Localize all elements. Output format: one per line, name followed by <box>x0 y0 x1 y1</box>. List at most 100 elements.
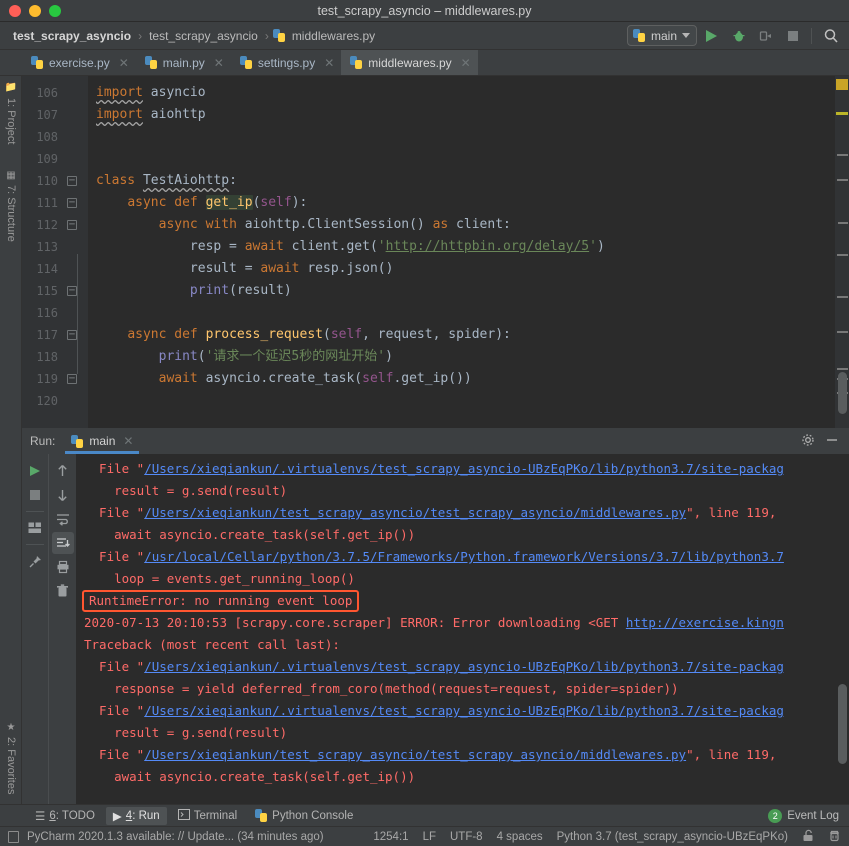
close-tab-icon[interactable]: ✕ <box>324 56 334 70</box>
sidebar-item-structure[interactable]: ▦ 7: Structure <box>0 166 22 246</box>
stop-button[interactable] <box>780 24 805 48</box>
stop-process-button[interactable] <box>24 484 46 506</box>
editor-tab-main[interactable]: main.py ✕ <box>136 50 231 75</box>
inspection-icon[interactable] <box>828 829 841 845</box>
file-path-link[interactable]: /Users/xieqiankun/test_scrapy_asyncio/te… <box>144 747 686 762</box>
status-message[interactable]: PyCharm 2020.1.3 available: // Update...… <box>27 831 324 843</box>
console-line: result = g.send(result) <box>76 480 849 502</box>
run-icon: ▶ <box>113 809 122 823</box>
run-button[interactable] <box>699 24 724 48</box>
editor-tab-middlewares[interactable]: middlewares.py ✕ <box>341 50 477 75</box>
change-marker[interactable] <box>837 179 848 181</box>
console-line: await asyncio.create_task(self.get_ip()) <box>76 524 849 546</box>
change-marker[interactable] <box>837 154 848 156</box>
inspection-summary-marker[interactable] <box>836 79 848 90</box>
console-line: await asyncio.create_task(self.get_ip()) <box>76 766 849 788</box>
search-everywhere-button[interactable] <box>818 24 843 48</box>
sidebar-item-project[interactable]: 📁 1: Project <box>0 78 22 149</box>
run-window-body: File "/Users/xieqiankun/.virtualenvs/tes… <box>22 454 849 804</box>
breadcrumb-item-project[interactable]: test_scrapy_asyncio <box>10 28 134 44</box>
debug-button[interactable] <box>726 24 751 48</box>
print-icon <box>56 560 70 574</box>
minimize-window-button[interactable] <box>29 5 41 17</box>
file-path-link[interactable]: /Users/xieqiankun/.virtualenvs/test_scra… <box>144 659 784 674</box>
traffic-lights <box>0 5 61 17</box>
run-with-coverage-button[interactable] <box>753 24 778 48</box>
fold-collapse-icon[interactable]: ─ <box>67 220 77 230</box>
tool-window-run[interactable]: ▶ 4: Run <box>106 807 167 825</box>
fold-collapse-icon[interactable]: ─ <box>67 176 77 186</box>
fold-end-icon[interactable]: ─ <box>67 286 77 296</box>
pin-button[interactable] <box>24 550 46 572</box>
fold-collapse-icon[interactable]: ─ <box>67 198 77 208</box>
run-configuration-label: main <box>651 29 677 43</box>
gutter-line: 109 <box>22 148 88 170</box>
fold-end-icon[interactable]: ─ <box>67 374 77 384</box>
minimize-icon[interactable] <box>825 433 839 450</box>
editor-tab-settings[interactable]: settings.py ✕ <box>231 50 341 75</box>
breadcrumb-item-module[interactable]: test_scrapy_asyncio <box>146 28 261 44</box>
gutter-line: 116 <box>22 302 88 324</box>
console-line: File "/Users/xieqiankun/.virtualenvs/tes… <box>76 458 849 480</box>
editor-gutter[interactable]: 106 107 108 109 110─ 111─ 112─ 113 114 1… <box>22 76 88 428</box>
line-separator[interactable]: LF <box>423 831 436 843</box>
file-path-link[interactable]: /Users/xieqiankun/.virtualenvs/test_scra… <box>144 461 784 476</box>
breadcrumb-item-file[interactable]: middlewares.py <box>289 28 378 44</box>
editor-tab-exercise[interactable]: exercise.py ✕ <box>22 50 136 75</box>
console-scrollbar-thumb[interactable] <box>838 684 847 764</box>
file-path-link[interactable]: /usr/local/Cellar/python/3.7.5/Framework… <box>144 549 784 564</box>
rerun-icon <box>30 466 40 476</box>
maximize-window-button[interactable] <box>49 5 61 17</box>
file-encoding[interactable]: UTF-8 <box>450 831 483 843</box>
memory-indicator-icon[interactable] <box>8 831 19 843</box>
close-window-button[interactable] <box>9 5 21 17</box>
stop-icon <box>30 490 40 500</box>
editor-scrollbar-thumb[interactable] <box>838 372 847 414</box>
fold-collapse-icon[interactable]: ─ <box>67 330 77 340</box>
close-tab-icon[interactable]: ✕ <box>123 434 133 448</box>
editor-marker-bar[interactable] <box>835 76 849 428</box>
gear-icon[interactable] <box>801 433 815 450</box>
run-configuration-selector[interactable]: main <box>627 25 697 46</box>
tool-window-python-console[interactable]: Python Console <box>248 807 360 824</box>
change-marker[interactable] <box>837 254 848 256</box>
indent-setting[interactable]: 4 spaces <box>497 831 543 843</box>
caret-position[interactable]: 1254:1 <box>373 831 408 843</box>
file-path-link[interactable]: /Users/xieqiankun/.virtualenvs/test_scra… <box>144 703 784 718</box>
console-line: File "/Users/xieqiankun/.virtualenvs/tes… <box>76 656 849 678</box>
close-tab-icon[interactable]: ✕ <box>461 56 471 70</box>
tool-window-todo[interactable]: ☰ 6: TODO <box>28 807 102 825</box>
rerun-button[interactable] <box>24 460 46 482</box>
down-arrow-button[interactable] <box>52 484 74 506</box>
up-arrow-button[interactable] <box>52 460 74 482</box>
code-line-112: async with aiohttp.ClientSession() as cl… <box>88 214 835 236</box>
close-tab-icon[interactable]: ✕ <box>214 56 224 70</box>
change-marker[interactable] <box>837 331 848 333</box>
python-interpreter[interactable]: Python 3.7 (test_scrapy_asyncio-UBzEqPKo… <box>557 831 788 843</box>
scroll-to-end-button[interactable] <box>52 532 74 554</box>
code-area[interactable]: import asyncio import aiohttp class Test… <box>88 76 835 428</box>
file-path-link[interactable]: /Users/xieqiankun/test_scrapy_asyncio/te… <box>144 505 686 520</box>
change-marker[interactable] <box>837 368 848 370</box>
change-marker[interactable] <box>838 222 848 224</box>
unlocked-icon[interactable] <box>802 829 814 845</box>
code-editor[interactable]: 106 107 108 109 110─ 111─ 112─ 113 114 1… <box>22 76 849 428</box>
left-tool-strip: 📁 1: Project ▦ 7: Structure ★ 2: Favorit… <box>0 76 22 804</box>
tool-window-label: Python Console <box>272 810 353 822</box>
tool-window-terminal[interactable]: Terminal <box>171 807 244 825</box>
bottom-tool-window-bar: ☰ 6: TODO ▶ 4: Run Terminal Python Conso… <box>0 804 849 826</box>
event-log-area[interactable]: 2 Event Log <box>768 809 849 823</box>
soft-wrap-button[interactable] <box>52 508 74 530</box>
layout-button[interactable] <box>24 517 46 539</box>
change-marker[interactable] <box>837 296 848 298</box>
gutter-line: 106 <box>22 82 88 104</box>
sidebar-item-favorites[interactable]: ★ 2: Favorites <box>0 718 22 798</box>
console-output[interactable]: File "/Users/xieqiankun/.virtualenvs/tes… <box>76 454 849 804</box>
close-tab-icon[interactable]: ✕ <box>119 56 129 70</box>
url-link[interactable]: http://exercise.kingn <box>626 615 784 630</box>
clear-all-button[interactable] <box>52 580 74 602</box>
run-tab-main[interactable]: main ✕ <box>65 428 139 454</box>
warning-marker[interactable] <box>836 112 848 115</box>
print-button[interactable] <box>52 556 74 578</box>
star-icon: ★ <box>6 722 17 733</box>
